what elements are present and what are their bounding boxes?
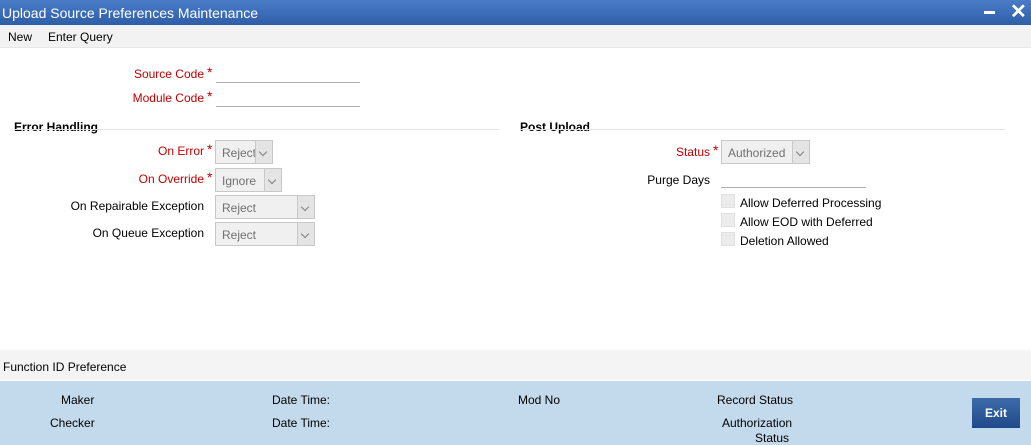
module-code-input[interactable] [216, 87, 360, 107]
status-label: Status [675, 145, 710, 159]
deletion-allowed-checkbox[interactable] [721, 232, 735, 246]
function-id-preference-bar[interactable]: Function ID Preference [0, 350, 1031, 380]
source-code-input[interactable] [216, 63, 360, 83]
checker-date-time-label: Date Time: [272, 416, 331, 430]
function-id-preference-label[interactable]: Function ID Preference [3, 360, 126, 374]
purge-days-label: Purge Days [647, 173, 710, 187]
allow-deferred-processing-label: Allow Deferred Processing [740, 196, 882, 210]
source-code-label: Source Code [133, 67, 204, 81]
chevron-down-icon[interactable] [297, 223, 314, 245]
required-icon: * [207, 141, 213, 157]
post-upload-title: Post Upload [520, 120, 591, 134]
maker-label: Maker [61, 393, 95, 407]
on-override-value: Ignore [222, 174, 257, 188]
menu-item-enter-query[interactable]: Enter Query [48, 30, 113, 44]
module-code-label: Module Code [132, 91, 204, 105]
on-override-label: On Override [138, 172, 204, 186]
status-select[interactable]: Authorized [721, 140, 810, 164]
required-icon: * [713, 142, 719, 158]
on-repairable-exception-label: On Repairable Exception [70, 199, 204, 213]
on-repairable-exception-select[interactable]: Reject [215, 195, 315, 219]
allow-eod-with-deferred-checkbox[interactable] [721, 213, 735, 227]
chevron-down-icon[interactable] [255, 141, 272, 163]
on-queue-exception-label: On Queue Exception [92, 226, 204, 240]
allow-eod-with-deferred-label: Allow EOD with Deferred [740, 215, 873, 229]
audit-footer: Maker Checker Date Time: Date Time: Mod … [0, 381, 1031, 445]
section-divider [520, 129, 1005, 130]
on-queue-exception-value: Reject [222, 228, 257, 242]
chevron-down-icon[interactable] [297, 196, 314, 218]
maker-date-time-label: Date Time: [272, 393, 331, 407]
close-icon[interactable]: ✕ [1010, 1, 1027, 23]
record-status-label: Record Status [717, 393, 794, 407]
chevron-down-icon[interactable] [264, 169, 281, 191]
minimize-icon[interactable] [984, 11, 995, 14]
on-repairable-exception-value: Reject [222, 201, 257, 215]
deletion-allowed-label: Deletion Allowed [740, 234, 829, 248]
purge-days-input[interactable] [721, 168, 866, 188]
error-handling-title: Error Handling [14, 120, 99, 134]
on-error-label: On Error [157, 144, 204, 158]
title-bar: Upload Source Preferences Maintenance ✕ [0, 0, 1031, 25]
allow-deferred-processing-checkbox[interactable] [721, 194, 735, 208]
authorization-status-label-line2: Status [755, 431, 790, 445]
on-error-select[interactable]: Reject [215, 140, 273, 164]
on-queue-exception-select[interactable]: Reject [215, 222, 315, 246]
required-icon: * [207, 64, 213, 80]
on-override-select[interactable]: Ignore [215, 168, 282, 192]
chevron-down-icon[interactable] [792, 141, 809, 163]
status-value: Authorized [728, 146, 786, 160]
required-icon: * [207, 169, 213, 185]
on-error-value: Reject [222, 146, 257, 160]
menu-item-new[interactable]: New [8, 30, 32, 44]
mod-no-label: Mod No [518, 393, 561, 407]
authorization-status-label-line1: Authorization [722, 416, 793, 430]
window-title: Upload Source Preferences Maintenance [2, 5, 259, 21]
section-divider [14, 129, 499, 130]
exit-button[interactable]: Exit [972, 398, 1020, 428]
menu-bar: New Enter Query [0, 25, 1031, 48]
required-icon: * [207, 88, 213, 104]
checker-label: Checker [50, 416, 95, 430]
